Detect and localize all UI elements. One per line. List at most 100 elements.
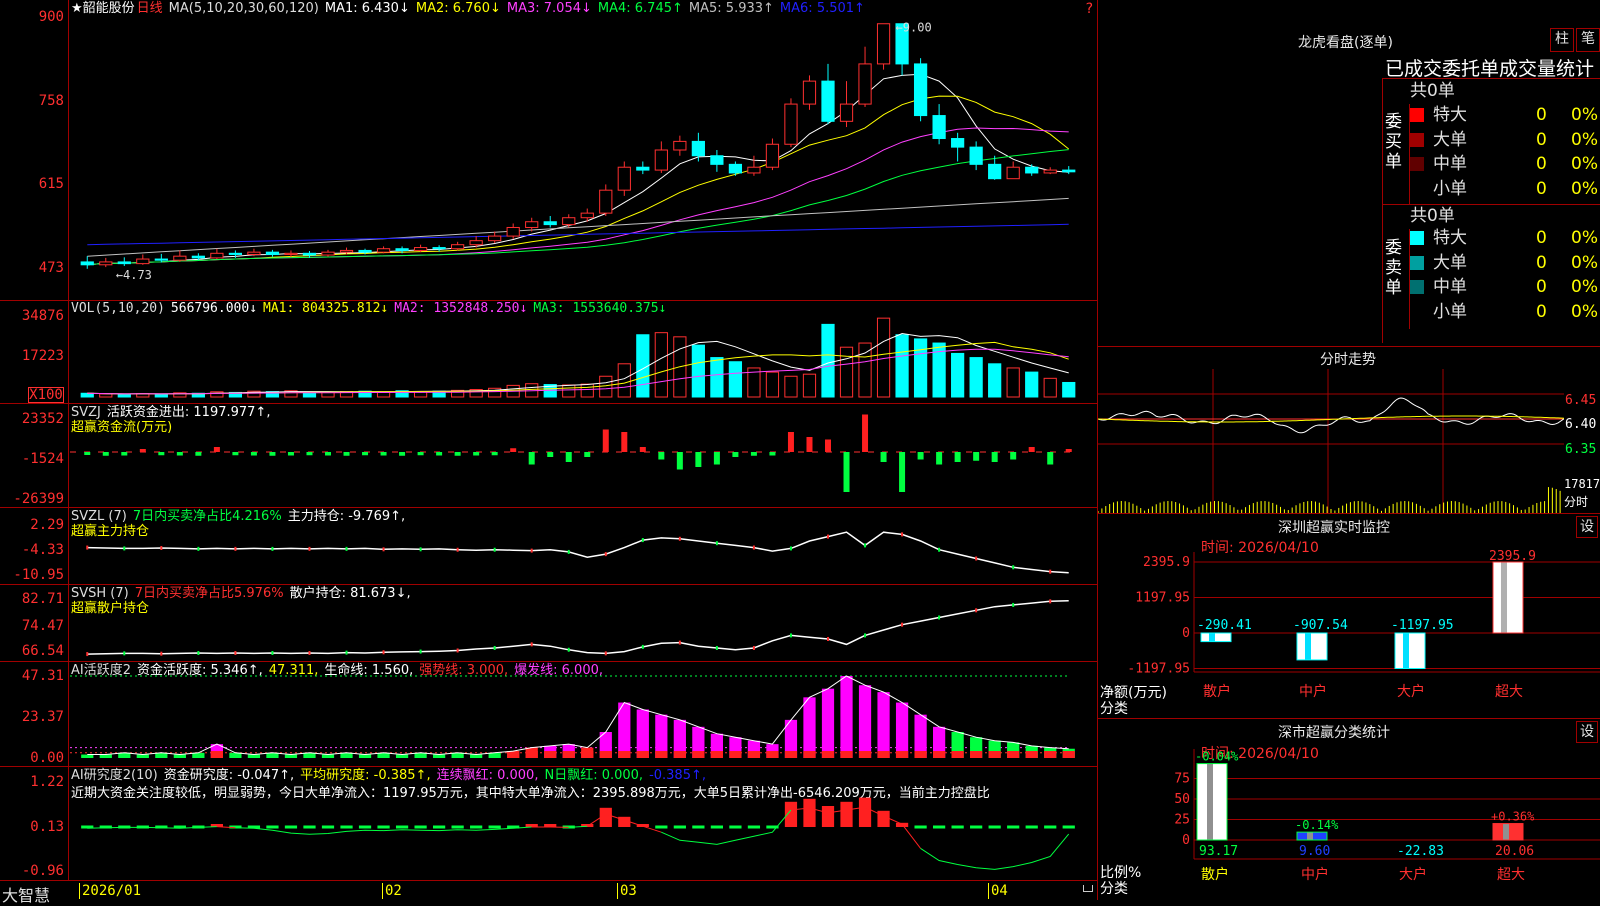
candle-body xyxy=(414,248,426,251)
svzj-bar xyxy=(232,452,238,455)
monitor-category-label: 超大 xyxy=(1495,684,1523,700)
main-price-pane[interactable]: 900 758 615 473 ★韶能股份日线MA(5,10,20,30,60,… xyxy=(0,0,1097,301)
svzl-line-tick xyxy=(790,546,792,550)
ai1-base-bar xyxy=(859,751,871,758)
ai1-bar xyxy=(859,685,871,758)
svzj-axis-label: -1524 xyxy=(0,452,64,466)
buy-row-label: 小单 xyxy=(1433,177,1467,201)
classify-bar-2 xyxy=(1297,832,1327,840)
svzj-bar xyxy=(177,452,183,456)
svzl-line-tick xyxy=(827,535,829,539)
classify-category-label: 超大 xyxy=(1497,867,1525,883)
svzj-bar xyxy=(1047,452,1053,465)
ai1-bar xyxy=(618,703,630,758)
ai1-bar xyxy=(248,755,260,758)
ai2-bar xyxy=(859,798,871,827)
classify-chart: 7550250-0.04%93.17散户-0.14%9.60中户-22.83大户… xyxy=(1098,719,1600,901)
svsh-line-tick xyxy=(1012,603,1014,607)
ai1-bar xyxy=(803,697,815,758)
svzj-bar xyxy=(436,452,442,456)
ai1-axis-label: 0.00 xyxy=(0,751,64,765)
svzj-bar xyxy=(140,449,146,452)
classify-section[interactable]: 深市超赢分类统计 设 时间: 2026/04/10 比例% 分类 7550250… xyxy=(1098,718,1600,901)
candle-body xyxy=(581,213,593,218)
candle-body xyxy=(211,253,223,258)
ai1-bar xyxy=(877,692,889,758)
ai1-base-bar xyxy=(970,751,982,758)
svzj-bar xyxy=(677,452,683,470)
sell-row-percent: 0% xyxy=(1571,300,1598,324)
candle-body xyxy=(711,156,723,165)
svzj-bar xyxy=(251,452,257,456)
ai2-bar xyxy=(322,826,334,829)
ai2-bar xyxy=(692,826,704,829)
svzl-line-tick xyxy=(1012,565,1014,569)
ai2-bar xyxy=(674,826,686,829)
sell-row-color-swatch xyxy=(1410,280,1424,294)
ai1-base-bar xyxy=(803,751,815,758)
intraday-section[interactable]: 分时走势 6.45 6.40 6.35 17817 分时 xyxy=(1098,346,1600,514)
ai2-bar xyxy=(822,806,834,827)
svzj-chart xyxy=(70,404,1097,507)
ai2-bar xyxy=(933,826,945,829)
svzj-bar xyxy=(84,452,90,455)
ai1-base-bar xyxy=(637,751,649,758)
candle-body xyxy=(81,262,93,265)
volume-bar xyxy=(729,362,741,397)
svzl-line-tick xyxy=(197,547,199,551)
buy-side-label: 委买单 xyxy=(1385,112,1405,172)
svzj-bar xyxy=(325,452,331,456)
monitor-section[interactable]: 深圳超赢实时监控 设 时间: 2026/04/10 净额(万元) 分类 2395… xyxy=(1098,513,1600,719)
ai1-bar xyxy=(174,755,186,758)
ma-line-3 xyxy=(87,128,1068,265)
ai2-bar xyxy=(803,799,815,827)
svzj-bar xyxy=(455,452,461,456)
candle-body xyxy=(303,253,315,255)
svsh-line-tick xyxy=(494,646,496,650)
svsh-line-tick xyxy=(642,645,644,649)
high-price-label: ←9.00 xyxy=(896,21,932,35)
lock-icon[interactable] xyxy=(1083,885,1093,892)
svzj-bar xyxy=(344,452,350,456)
svzj-bar xyxy=(195,452,201,456)
svzl-axis-label: -10.95 xyxy=(0,568,64,582)
candle-body xyxy=(600,190,612,213)
svsh-line-tick xyxy=(975,608,977,612)
classify-category-label: 中户 xyxy=(1301,866,1329,883)
pen-view-button[interactable]: 笔 xyxy=(1576,28,1600,52)
ai2-bar xyxy=(396,826,408,829)
svzj-bar xyxy=(844,452,850,492)
buy-row-color-swatch xyxy=(1410,182,1424,196)
volume-bar xyxy=(803,374,815,397)
buy-row-count: 0 xyxy=(1536,103,1547,127)
ai-activity-chart xyxy=(70,662,1097,766)
svsh-line-tick xyxy=(716,646,718,650)
candle-body xyxy=(100,262,112,265)
classify-bar-shade xyxy=(1307,832,1313,840)
bar-view-button[interactable]: 柱 xyxy=(1550,28,1574,52)
svsh-line-tick xyxy=(827,637,829,641)
monitor-bar-3 xyxy=(1395,633,1425,669)
intraday-vol-unit: 分时 xyxy=(1564,493,1588,510)
monitor-chart: 2395.91197.950-1197.95-290.41散户-907.54中户… xyxy=(1098,514,1600,719)
ai1-base-bar xyxy=(748,751,760,758)
volume-bar xyxy=(952,353,964,397)
candle-body xyxy=(803,81,815,104)
svsh-pane[interactable]: 82.71 74.47 66.54 SVSH (7)7日内买卖净占比5.976%… xyxy=(0,585,1097,662)
ai2-bar xyxy=(1063,826,1075,829)
dragon-tiger-title: 龙虎看盘(逐单) xyxy=(1298,32,1393,52)
ai2-bar xyxy=(433,826,445,829)
svzl-pane[interactable]: 2.29 -4.33 -10.95 SVZL (7)7日内买卖净占比4.216%… xyxy=(0,508,1097,585)
svzj-bar xyxy=(1010,452,1016,460)
svzl-line-tick xyxy=(271,547,273,551)
ai2-bar xyxy=(489,826,501,829)
svzj-bar xyxy=(788,432,794,452)
volume-bar xyxy=(766,372,778,397)
ai-activity-pane[interactable]: 47.31 23.37 0.00 AI活跃度2资金活跃度: 5.346↑,47.… xyxy=(0,662,1097,767)
volume-bar xyxy=(563,385,575,397)
ai1-axis-label: 47.31 xyxy=(0,669,64,683)
volume-pane[interactable]: 34876 17223 X100 VOL(5,10,20)566796.000↓… xyxy=(0,300,1097,404)
ai-research-pane[interactable]: 1.22 0.13 -0.96 AI研究度2(10)资金研究度: -0.047↑… xyxy=(0,767,1097,880)
svzj-pane[interactable]: 23352 -1524 -26399 SVZJ活跃资金进出: 1197.977↑… xyxy=(0,404,1097,508)
sell-row-percent: 0% xyxy=(1571,251,1598,275)
